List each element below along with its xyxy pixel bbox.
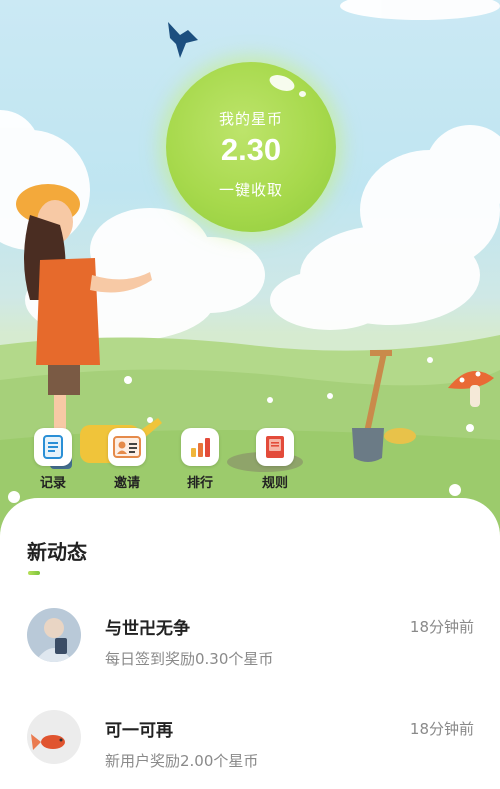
invite-icon bbox=[108, 428, 146, 466]
action-rules[interactable]: 规则 bbox=[250, 428, 300, 491]
feed-item[interactable]: 可一可再 新用户奖励2.00个星币 18分钟前 bbox=[0, 710, 500, 789]
star-coin-page: 我的星币 2.30 一键收取 记录 邀请 排行 规则 新动态 与世卍无争 每日签… bbox=[0, 0, 500, 789]
action-rules-label: 规则 bbox=[261, 476, 288, 491]
orb-highlight-dot bbox=[299, 91, 306, 97]
action-ranking[interactable]: 排行 bbox=[175, 428, 225, 491]
action-record-label: 记录 bbox=[39, 476, 66, 491]
rules-icon bbox=[256, 428, 294, 466]
feed-item[interactable]: 与世卍无争 每日签到奖励0.30个星币 18分钟前 bbox=[0, 608, 500, 688]
feed-description: 新用户奖励2.00个星币 bbox=[105, 752, 259, 770]
bird-icon bbox=[168, 22, 198, 58]
feed-user-name: 与世卍无争 bbox=[105, 619, 190, 639]
section-title-underline bbox=[28, 571, 40, 575]
news-feed-panel: 新动态 与世卍无争 每日签到奖励0.30个星币 18分钟前 可一可再 新用户奖励… bbox=[0, 498, 500, 789]
action-invite[interactable]: 邀请 bbox=[102, 428, 152, 491]
action-ranking-label: 排行 bbox=[186, 476, 213, 491]
orb-highlight bbox=[267, 71, 297, 95]
feed-timestamp: 18分钟前 bbox=[409, 720, 474, 738]
avatar bbox=[27, 608, 81, 662]
feed-description: 每日签到奖励0.30个星币 bbox=[105, 650, 274, 668]
action-record[interactable]: 记录 bbox=[28, 428, 78, 491]
coin-balance: 2.30 bbox=[220, 132, 282, 167]
feed-user-name: 可一可再 bbox=[105, 721, 173, 741]
action-invite-label: 邀请 bbox=[113, 476, 140, 491]
hero-illustration: 我的星币 2.30 一键收取 记录 邀请 排行 规则 bbox=[0, 0, 500, 540]
star-coin-orb[interactable]: 我的星币 2.30 一键收取 bbox=[166, 62, 336, 232]
coin-label: 我的星币 bbox=[218, 110, 283, 128]
feed-timestamp: 18分钟前 bbox=[409, 618, 474, 636]
claim-all-button[interactable]: 一键收取 bbox=[166, 179, 336, 200]
record-icon bbox=[34, 428, 72, 466]
ranking-icon bbox=[181, 428, 219, 466]
section-title: 新动态 bbox=[27, 540, 87, 564]
avatar bbox=[27, 710, 81, 764]
quick-actions: 记录 邀请 排行 规则 bbox=[0, 428, 500, 494]
